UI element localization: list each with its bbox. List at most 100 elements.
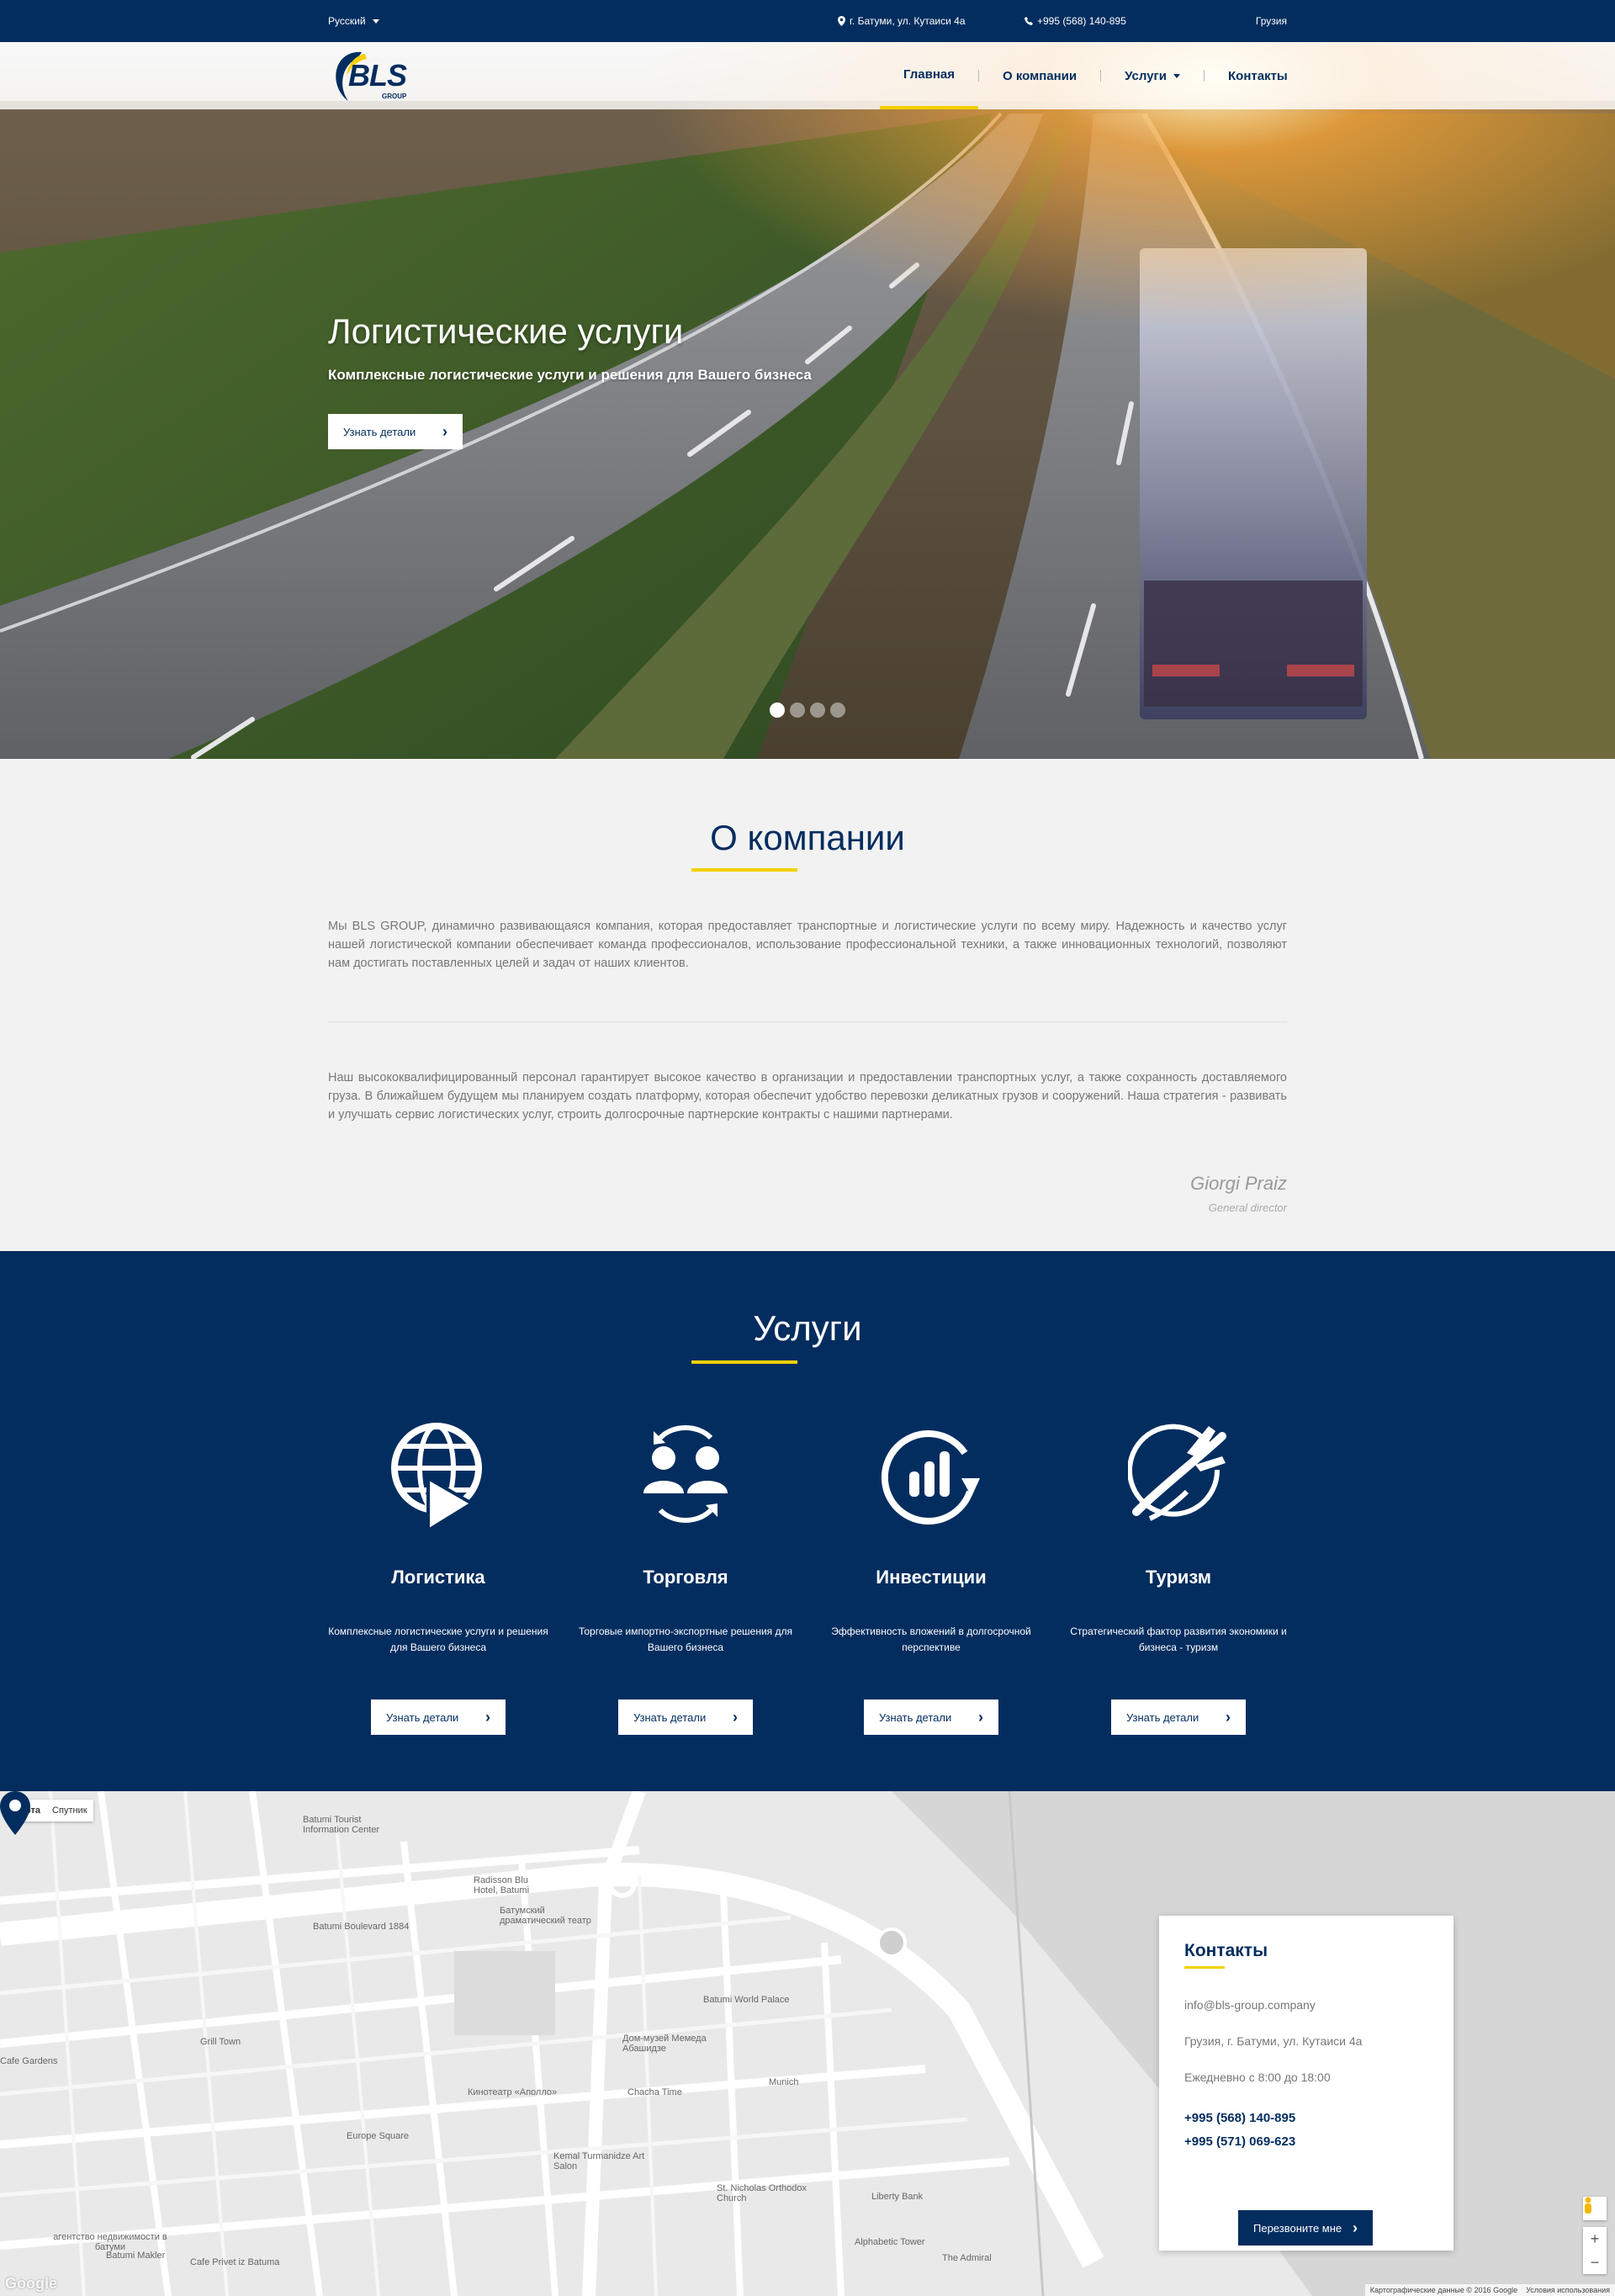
service-details-button[interactable]: Узнать детали › [1111, 1699, 1246, 1735]
services-section: Услуги Логистика Комплексные логистическ… [0, 1251, 1615, 1791]
location-pin-icon[interactable] [0, 1791, 30, 1835]
contact-address: Грузия, г. Батуми, ул. Кутаиси 4а [1184, 2034, 1363, 2048]
service-desc: Эффективность вложений в долгосрочной пе… [831, 1625, 1031, 1653]
map-label: Grill Town [200, 2037, 241, 2047]
service-card-tourism: Туризм Стратегический фактор развития эк… [1065, 1419, 1292, 1735]
slider-dot-1[interactable] [770, 703, 785, 718]
chevron-right-icon: › [442, 422, 447, 440]
nav-item-about[interactable]: О компании [979, 42, 1100, 109]
chevron-right-icon: › [1353, 2219, 1358, 2236]
map-label: Batumi Tourist Information Center [303, 1815, 380, 1835]
slider-dot-4[interactable] [830, 703, 845, 718]
country-label[interactable]: Грузия [1256, 15, 1287, 27]
hero-subtitle: Комплексные логистические услуги и решен… [328, 367, 812, 383]
service-name: Инвестиции [876, 1567, 987, 1588]
contact-email[interactable]: info@bls-group.company [1184, 1998, 1316, 2012]
growth-chart-icon [881, 1430, 980, 1525]
top-bar: Русский г. Батуми, ул. Кутаиси 4а +995 (… [0, 0, 1615, 42]
map-label: Batumi World Palace [703, 1995, 790, 2005]
attribution-text: Картографические данные © 2016 Google [1369, 2286, 1518, 2294]
about-section: О компании Мы BLS GROUP, динамично разви… [0, 759, 1615, 1251]
language-selector[interactable]: Русский [328, 15, 379, 27]
service-desc: Комплексные логистические услуги и решен… [328, 1625, 548, 1653]
nav-label-contacts: Контакты [1228, 68, 1288, 83]
hero-details-button[interactable]: Узнать детали › [328, 414, 463, 449]
title-underline [691, 1360, 797, 1364]
map-label: агентство недвижимости в батуми [53, 2232, 167, 2252]
zoom-in-button[interactable]: + [1591, 2230, 1600, 2248]
nav-item-contacts[interactable]: Контакты [1205, 42, 1311, 109]
map-label: Chacha Time [627, 2087, 682, 2097]
map-label: Cafe Gardens [0, 2056, 58, 2066]
nav-label-services: Услуги [1125, 68, 1168, 83]
contact-phone-1[interactable]: +995 (568) 140-895 [1184, 2111, 1295, 2125]
map-label: Radisson Blu Hotel, Batumi [474, 1875, 530, 1896]
chevron-right-icon: › [978, 1708, 983, 1726]
chevron-down-icon [1173, 73, 1181, 78]
button-label: Узнать детали [386, 1710, 459, 1724]
divider [328, 1021, 1287, 1022]
hero-highway-image [0, 42, 1615, 759]
terms-link[interactable]: Условия использования [1526, 2286, 1610, 2294]
slider-dots [770, 703, 845, 718]
map-label: Батумский драматический театр [500, 1906, 591, 1926]
map-label: Cafe Privet iz Batuma [190, 2257, 280, 2267]
nav-item-home[interactable]: Главная [880, 42, 979, 109]
service-details-button[interactable]: Узнать детали › [371, 1699, 506, 1735]
phone-text: +995 (568) 140-895 [1037, 15, 1126, 27]
hero-title: Логистические услуги [328, 311, 684, 351]
chevron-right-icon: › [485, 1708, 490, 1726]
plane-globe-icon [1127, 1424, 1226, 1521]
service-name: Торговля [643, 1567, 728, 1588]
google-map[interactable]: Карта Спутник Batumi Tourist Information… [0, 1791, 1615, 2296]
google-logo: Google [5, 2275, 57, 2292]
phone-icon [1025, 17, 1033, 25]
about-paragraph-2: Наш высококвалифицированный персонал гар… [328, 1071, 1287, 1121]
zoom-control: + − [1583, 2227, 1607, 2274]
map-label: Дом-музей Мемеда Абашидзе [622, 2034, 707, 2054]
service-card-logistics: Логистика Комплексные логистические услу… [325, 1419, 552, 1735]
map-label: Kemal Turmanidze Art Salon [553, 2151, 645, 2171]
button-label: Узнать детали [633, 1710, 707, 1724]
pegman-icon[interactable] [1583, 2197, 1607, 2220]
service-desc: Торговые импортно-экспортные решения для… [578, 1625, 793, 1653]
services-title: Услуги [753, 1308, 862, 1348]
title-underline [1184, 1966, 1225, 1969]
nav-item-services[interactable]: Услуги [1101, 42, 1204, 109]
people-exchange-icon [643, 1425, 728, 1523]
map-attribution: Картографические данные © 2016 Google Ус… [1364, 2284, 1615, 2296]
chevron-down-icon [372, 19, 379, 24]
service-details-button[interactable]: Узнать детали › [618, 1699, 753, 1735]
service-details-button[interactable]: Узнать детали › [864, 1699, 998, 1735]
language-label: Русский [328, 15, 366, 27]
main-nav: Главная О компании Услуги Контакты [880, 42, 1311, 109]
service-card-investments: Инвестиции Эффективность вложений в долг… [818, 1419, 1045, 1735]
title-underline [691, 868, 797, 872]
service-desc: Стратегический фактор развития экономики… [1070, 1625, 1287, 1653]
map-marker-icon [838, 16, 845, 26]
callback-button-label: Перезвоните мне [1253, 2221, 1342, 2235]
nav-label-home: Главная [903, 66, 956, 82]
map-type-satellite[interactable]: Спутник [46, 1800, 93, 1821]
callback-button[interactable]: Перезвоните мне › [1238, 2210, 1373, 2246]
globe-play-icon [391, 1423, 482, 1534]
slider-dot-2[interactable] [790, 703, 805, 718]
map-label: Batumi Makler [106, 2251, 166, 2261]
logo-text: BLS [348, 58, 407, 93]
slider-dot-3[interactable] [810, 703, 825, 718]
zoom-out-button[interactable]: − [1591, 2254, 1600, 2272]
signature-role: General director [1208, 1201, 1287, 1214]
hero-button-label: Узнать детали [343, 425, 416, 438]
contact-hours: Ежедневно с 8:00 до 18:00 [1184, 2071, 1331, 2084]
hero-slider [0, 42, 1615, 759]
phone-info[interactable]: +995 (568) 140-895 [1025, 15, 1126, 27]
contact-phone-2[interactable]: +995 (571) 069-623 [1184, 2134, 1295, 2149]
service-card-trade: Торговля Торговые импортно-экспортные ре… [572, 1419, 799, 1735]
signature-name: Giorgi Praiz [1190, 1173, 1287, 1194]
main-navbar: BLS GROUP Главная О компании Услуги Конт… [0, 42, 1615, 109]
bls-logo[interactable]: BLS GROUP [328, 45, 421, 104]
map-label: Кинотеатр «Аполло» [468, 2087, 558, 2097]
about-title: О компании [710, 818, 905, 857]
map-label: Munich [769, 2077, 799, 2087]
contacts-card: Контакты info@bls-group.company Грузия, … [1159, 1916, 1454, 2251]
